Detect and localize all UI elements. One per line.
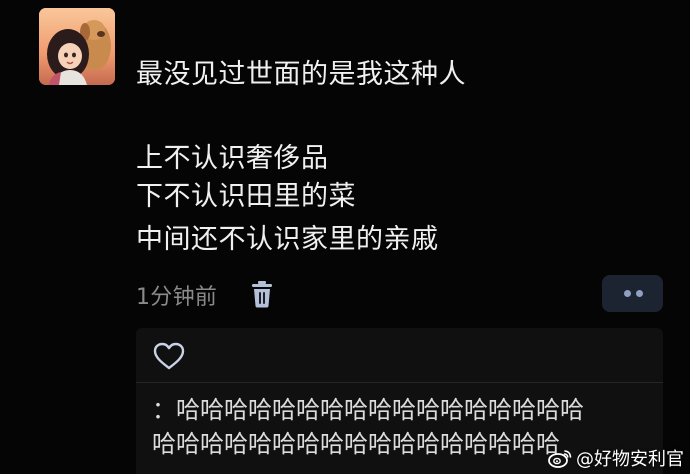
like-button[interactable] — [152, 341, 186, 371]
heart-outline-icon — [153, 342, 185, 370]
panel-divider — [136, 382, 663, 383]
more-dots-icon — [636, 290, 643, 297]
watermark: @好物安利官 — [548, 445, 684, 471]
post-timestamp: 1分钟前 — [136, 285, 218, 310]
post-screen: 最没见过世面的是我这种人 上不认识奢侈品 下不认识田里的菜 中间还不认识家里的亲… — [0, 0, 690, 474]
watermark-text: @好物安利官 — [576, 449, 684, 470]
more-dots-icon — [624, 290, 631, 297]
more-options-button[interactable] — [602, 275, 663, 312]
delete-button[interactable] — [248, 279, 276, 309]
post-text-line: 上不认识奢侈品 — [136, 143, 329, 174]
post-text-line: 最没见过世面的是我这种人 — [136, 59, 466, 90]
post-text-line: 下不认识田里的菜 — [136, 181, 356, 212]
trash-icon — [252, 281, 272, 308]
weibo-logo-icon — [548, 450, 572, 468]
comment-text-line: ：哈哈哈哈哈哈哈哈哈哈哈哈哈哈哈哈哈 — [152, 396, 584, 424]
user-avatar[interactable] — [39, 8, 115, 85]
post-text-line: 中间还不认识家里的亲戚 — [136, 224, 439, 255]
avatar-illustration — [39, 8, 115, 85]
